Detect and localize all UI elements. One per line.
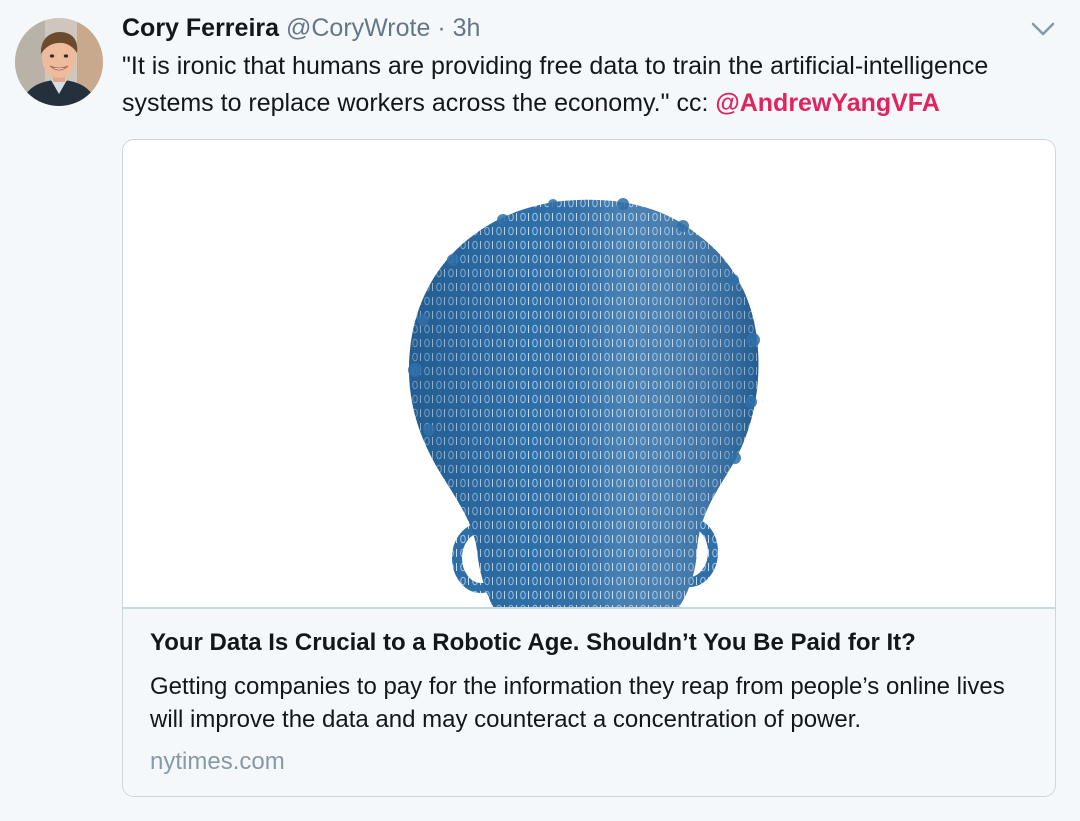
chevron-down-icon[interactable] (1030, 18, 1056, 40)
display-name[interactable]: Cory Ferreira (122, 14, 279, 42)
timestamp[interactable]: 3h (453, 14, 481, 42)
avatar[interactable] (15, 18, 103, 106)
binary-head-illustration (408, 198, 760, 607)
head-silhouette (408, 198, 760, 607)
link-card[interactable]: Your Data Is Crucial to a Robotic Age. S… (122, 139, 1056, 797)
avatar-photo (15, 18, 103, 106)
user-handle[interactable]: @CoryWrote (286, 14, 430, 42)
card-description: Getting companies to pay for the informa… (150, 673, 1005, 733)
tweet: Cory Ferreira @CoryWrote · 3h "It is iro… (0, 0, 1080, 821)
card-body: Your Data Is Crucial to a Robotic Age. S… (123, 609, 1055, 796)
header-separator: · (437, 14, 446, 42)
card-domain[interactable]: nytimes.com (150, 746, 285, 778)
card-title[interactable]: Your Data Is Crucial to a Robotic Age. S… (150, 627, 1040, 659)
mention-link[interactable]: @AndrewYangVFA (715, 89, 939, 117)
tweet-text: "It is ironic that humans are providing … (122, 48, 1052, 122)
tweet-header: Cory Ferreira @CoryWrote · 3h (122, 12, 480, 44)
card-image (123, 140, 1055, 607)
